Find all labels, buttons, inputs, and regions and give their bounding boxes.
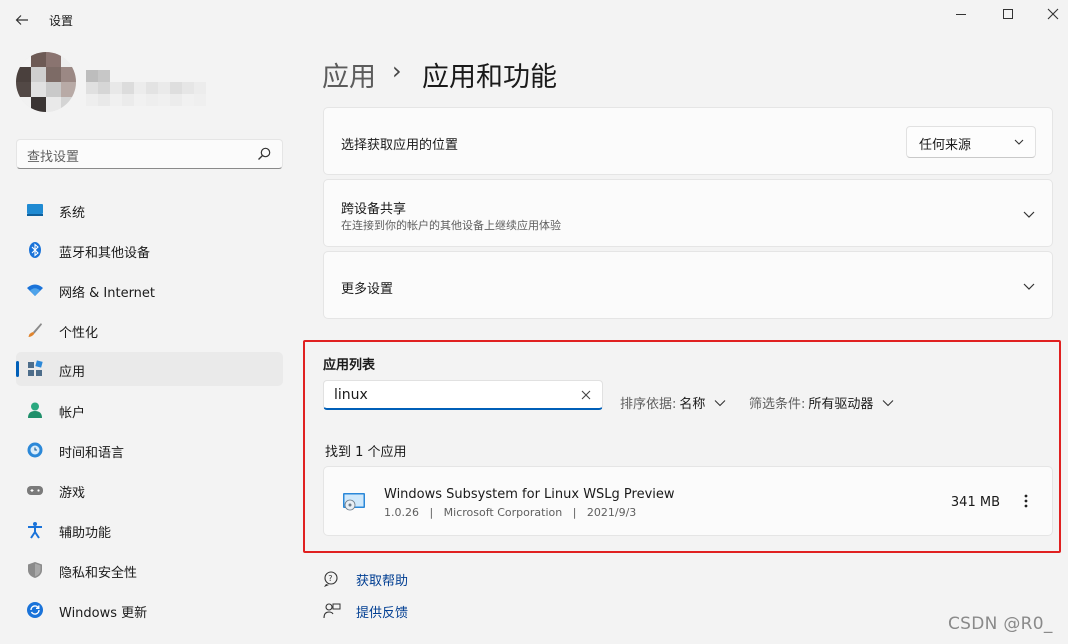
back-arrow-icon: [15, 15, 28, 25]
sidebar-item-personalization[interactable]: 个性化: [16, 313, 283, 347]
chevron-down-icon: [1023, 211, 1035, 218]
sidebar-item-label: 游戏: [59, 486, 86, 501]
install-source-card: 选择获取应用的位置 任何来源: [323, 107, 1053, 175]
maximize-button[interactable]: [985, 0, 1031, 28]
share-subtitle: 在连接到你的帐户的其他设备上继续应用体验: [341, 219, 561, 232]
wslg-app-icon: [343, 493, 365, 511]
sidebar-item-label: 蓝牙和其他设备: [59, 246, 151, 261]
share-title: 跨设备共享: [341, 202, 407, 217]
more-icon: [1024, 494, 1028, 508]
sidebar-item-accessibility[interactable]: 辅助功能: [16, 513, 283, 547]
search-input[interactable]: 查找设置: [16, 139, 283, 169]
sidebar-item-label: 帐户: [59, 406, 86, 421]
get-help-link[interactable]: ? 获取帮助: [323, 568, 408, 590]
share-across-devices-card[interactable]: 跨设备共享 在连接到你的帐户的其他设备上继续应用体验: [323, 179, 1053, 247]
sidebar-item-label: 网络 & Internet: [59, 286, 156, 301]
minimize-icon: [956, 13, 966, 15]
app-name: Windows Subsystem for Linux WSLg Preview: [384, 487, 675, 502]
install-source-value: 任何来源: [919, 138, 972, 153]
found-count: 找到 1 个应用: [325, 445, 407, 460]
sidebar-item-accounts[interactable]: 帐户: [16, 393, 283, 427]
sort-dropdown[interactable]: 排序依据: 名称: [620, 393, 727, 412]
search-icon: [258, 147, 271, 160]
filter-dropdown[interactable]: 筛选条件: 所有驱动器: [749, 393, 895, 412]
list-item[interactable]: Windows Subsystem for Linux WSLg Preview…: [323, 466, 1053, 536]
sidebar-item-gaming[interactable]: 游戏: [16, 473, 283, 507]
chevron-down-icon: [1014, 139, 1024, 145]
window-title: 设置: [49, 14, 74, 28]
sidebar-item-system[interactable]: 系统: [16, 193, 283, 227]
sidebar-item-label: 隐私和安全性: [59, 566, 138, 581]
sidebar-item-label: Windows 更新: [59, 606, 148, 621]
more-options-button[interactable]: [1016, 491, 1036, 511]
close-button[interactable]: [1030, 0, 1068, 28]
profile-name-blurred: [86, 70, 206, 106]
sidebar-item-privacy[interactable]: 隐私和安全性: [16, 553, 283, 587]
clear-icon[interactable]: [580, 389, 592, 401]
give-feedback-label: 提供反馈: [356, 605, 409, 621]
accessibility-icon: [28, 522, 42, 539]
feedback-icon: [323, 603, 341, 619]
more-settings-card[interactable]: 更多设置: [323, 251, 1053, 319]
app-size: 341 MB: [950, 495, 1000, 510]
sidebar-item-apps[interactable]: 应用: [16, 352, 283, 386]
update-icon: [27, 602, 43, 618]
get-help-label: 获取帮助: [356, 573, 409, 589]
page-title: 应用和功能: [422, 62, 557, 93]
person-icon: [28, 402, 42, 418]
chevron-down-icon: [1023, 283, 1035, 290]
sort-label: 排序依据:: [620, 397, 677, 412]
sidebar-item-label: 个性化: [59, 326, 99, 341]
watermark: CSDN @R0_: [948, 614, 1053, 634]
search-placeholder: 查找设置: [27, 150, 80, 165]
back-button[interactable]: [10, 8, 34, 32]
app-meta: 1.0.26 | Microsoft Corporation | 2021/9/…: [384, 506, 637, 519]
install-source-dropdown[interactable]: 任何来源: [906, 126, 1036, 158]
sidebar-item-label: 系统: [59, 206, 86, 221]
chevron-down-icon: [715, 399, 726, 406]
sidebar-item-time-language[interactable]: 时间和语言: [16, 433, 283, 467]
sidebar-item-label: 辅助功能: [59, 526, 112, 541]
breadcrumb-parent[interactable]: 应用: [322, 55, 376, 94]
system-display-icon: [27, 204, 43, 216]
breadcrumb-separator: ›: [392, 57, 402, 85]
app-search-value: linux: [334, 387, 368, 403]
sidebar-item-label: 应用: [59, 365, 86, 380]
give-feedback-link[interactable]: 提供反馈: [323, 600, 408, 622]
sidebar-item-network[interactable]: 网络 & Internet: [16, 273, 283, 307]
svg-text:?: ?: [328, 574, 332, 583]
bluetooth-icon: [29, 242, 41, 258]
sidebar-item-windows-update[interactable]: Windows 更新: [16, 593, 283, 627]
gamepad-icon: [27, 486, 43, 495]
sidebar-item-label: 时间和语言: [59, 446, 125, 461]
app-search-input[interactable]: linux: [323, 380, 603, 410]
chevron-down-icon: [883, 399, 894, 406]
help-icon: ?: [324, 571, 338, 587]
maximize-icon: [1003, 9, 1013, 19]
more-settings-title: 更多设置: [341, 282, 394, 297]
brush-icon: [28, 323, 42, 337]
close-icon: [1047, 8, 1059, 20]
shield-icon: [28, 562, 42, 578]
minimize-button[interactable]: [938, 0, 984, 28]
wifi-icon: [27, 284, 43, 296]
sort-value: 名称: [679, 397, 706, 412]
avatar[interactable]: [16, 52, 76, 112]
filter-label: 筛选条件:: [749, 397, 806, 412]
app-list-title: 应用列表: [323, 358, 376, 373]
apps-icon: [28, 360, 43, 376]
filter-value: 所有驱动器: [808, 397, 874, 412]
sidebar-item-bluetooth[interactable]: 蓝牙和其他设备: [16, 233, 283, 267]
install-source-title: 选择获取应用的位置: [341, 138, 459, 153]
globe-clock-icon: [27, 442, 43, 458]
